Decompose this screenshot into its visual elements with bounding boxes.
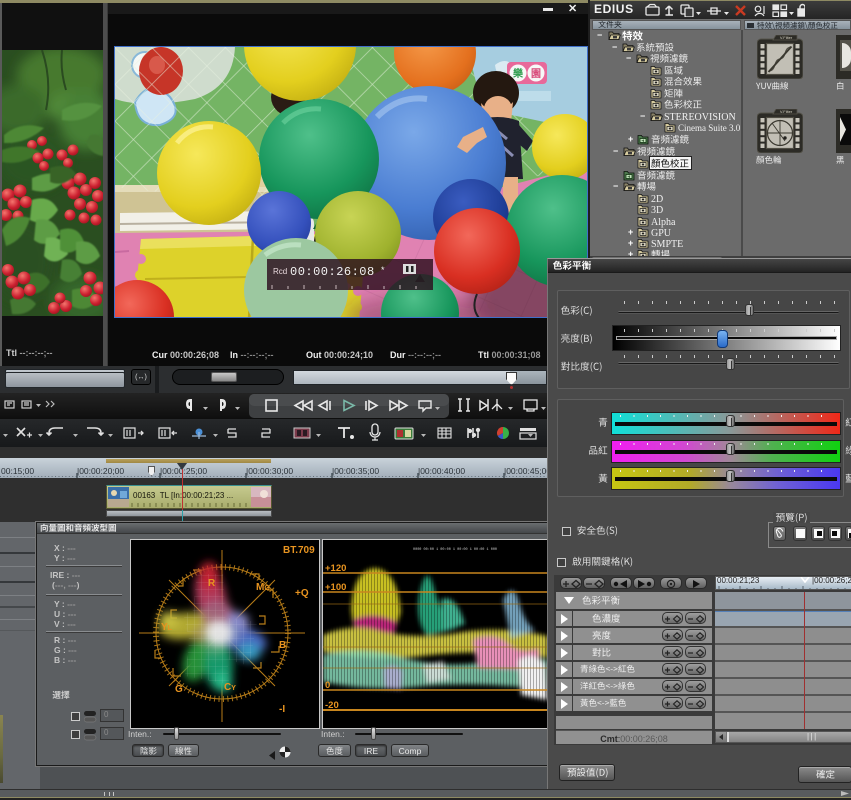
svg-text:BT.709: BT.709 bbox=[283, 545, 315, 556]
svg-text:00:15;00: 00:15;00 bbox=[1, 466, 34, 476]
svg-text:+Q: +Q bbox=[295, 588, 309, 599]
svg-text:*: * bbox=[381, 265, 385, 275]
svg-text:+100: +100 bbox=[325, 582, 346, 593]
svg-text:|00:00:40;00: |00:00:40;00 bbox=[418, 466, 465, 476]
svg-text:樂: 樂 bbox=[513, 67, 524, 80]
svg-text:G: G bbox=[175, 684, 183, 695]
svg-text:V.Filter: V.Filter bbox=[780, 109, 793, 114]
svg-text:B: B bbox=[279, 640, 286, 651]
svg-text:園: 園 bbox=[531, 68, 541, 80]
svg-text:0: 0 bbox=[325, 680, 330, 691]
svg-text:|00:00:30;00: |00:00:30;00 bbox=[246, 466, 293, 476]
svg-text:CY: CY bbox=[224, 682, 236, 693]
svg-text:Rcd: Rcd bbox=[273, 267, 287, 276]
svg-text:|00:00:35;00: |00:00:35;00 bbox=[332, 466, 379, 476]
svg-text:V.Filter: V.Filter bbox=[780, 35, 793, 40]
svg-text:0000 00:00 1 00:00 1 00:00 1 0: 0000 00:00 1 00:00 1 00:00 1 00:00 1 000 bbox=[413, 548, 497, 552]
svg-text:-I: -I bbox=[279, 704, 285, 715]
svg-text:-20: -20 bbox=[325, 700, 339, 711]
svg-text:R: R bbox=[208, 578, 216, 589]
svg-text:+120: +120 bbox=[325, 563, 346, 574]
svg-text:00:00:26:08: 00:00:26:08 bbox=[290, 265, 375, 279]
svg-text:|00:00:45;00: |00:00:45;00 bbox=[504, 466, 551, 476]
svg-text:MG: MG bbox=[256, 582, 270, 593]
svg-text:|00:00:20;00: |00:00:20;00 bbox=[77, 466, 124, 476]
